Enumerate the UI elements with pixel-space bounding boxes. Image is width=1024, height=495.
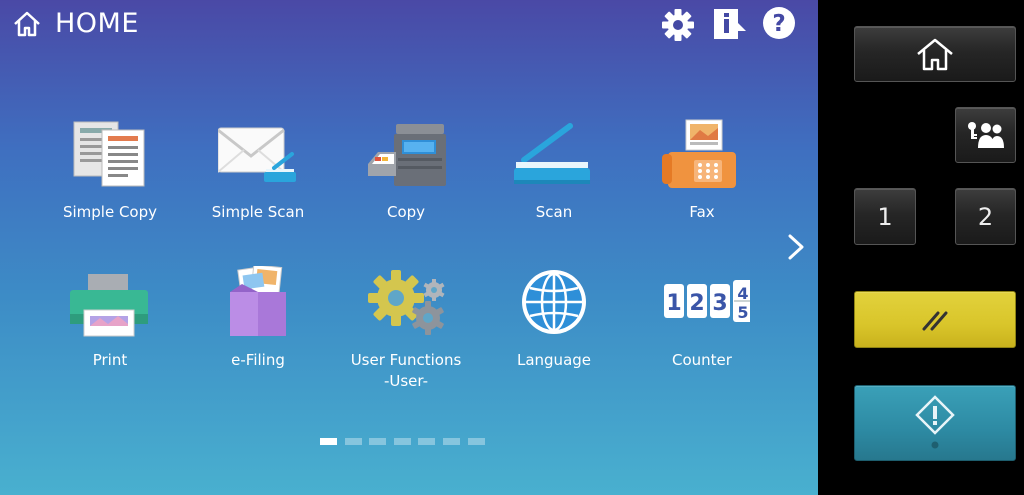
user-functions-tile[interactable]: User Functions -User- xyxy=(336,266,476,396)
memory-2-label: 2 xyxy=(977,202,994,231)
simple-scan-tile[interactable]: Simple Scan xyxy=(188,118,328,228)
page-dot-6[interactable] xyxy=(443,438,460,445)
simple-copy-tile[interactable]: Simple Copy xyxy=(40,118,180,228)
fax-icon xyxy=(662,119,736,188)
user-functions-label-line2: -User- xyxy=(383,372,429,390)
touch-screen: HOME ? Simple Copy Simple Scan Copy Scan… xyxy=(0,0,818,495)
scanner-icon xyxy=(514,123,590,184)
fax-label: Fax xyxy=(689,203,715,221)
page-dot-7[interactable] xyxy=(468,438,485,445)
counter-digit-4: 4 xyxy=(737,284,748,303)
memory-1-label: 1 xyxy=(877,202,893,231)
gear-icon[interactable] xyxy=(661,8,695,42)
e-filing-label: e-Filing xyxy=(231,351,285,369)
reset-button[interactable] xyxy=(854,291,1016,348)
copy-label: Copy xyxy=(386,203,426,221)
counter-digit-1: 1 xyxy=(666,291,681,316)
page-dot-1[interactable] xyxy=(320,438,337,445)
simple-scan-icon xyxy=(218,127,296,182)
simple-scan-label: Simple Scan xyxy=(211,203,305,221)
top-bar: HOME ? xyxy=(0,0,818,50)
language-tile[interactable]: Language xyxy=(484,266,624,376)
memory-2-button[interactable]: 2 xyxy=(955,188,1016,245)
simple-copy-icon xyxy=(73,121,145,187)
user-access-button[interactable] xyxy=(955,107,1016,163)
start-diamond-icon xyxy=(915,395,955,449)
copy-tile[interactable]: Copy xyxy=(336,118,476,228)
printer-icon xyxy=(70,274,148,337)
reset-slash-icon xyxy=(922,311,948,330)
copier-icon xyxy=(368,124,446,186)
users-key-icon xyxy=(967,122,1004,148)
memory-1-button[interactable]: 1 xyxy=(854,188,916,245)
page-dot-5[interactable] xyxy=(418,438,435,445)
help-icon[interactable]: ? xyxy=(762,6,796,40)
counter-label: Counter xyxy=(672,351,732,369)
page-dot-3[interactable] xyxy=(369,438,386,445)
e-filing-tile[interactable]: e-Filing xyxy=(188,266,328,376)
hardware-home-button[interactable] xyxy=(854,26,1016,82)
page-title: HOME xyxy=(55,8,139,39)
start-button[interactable] xyxy=(854,385,1016,461)
gears-icon xyxy=(368,270,445,335)
e-filing-box-icon xyxy=(230,266,286,336)
counter-digit-3: 3 xyxy=(712,291,727,316)
simple-copy-label: Simple Copy xyxy=(62,203,158,221)
print-label: Print xyxy=(92,351,128,369)
user-functions-label: User Functions -User- xyxy=(336,350,476,392)
scan-tile[interactable]: Scan xyxy=(484,118,624,228)
chevron-right-icon[interactable] xyxy=(784,230,808,264)
print-tile[interactable]: Print xyxy=(40,266,180,376)
page-dot-4[interactable] xyxy=(394,438,411,445)
page-dot-2[interactable] xyxy=(345,438,362,445)
info-icon[interactable] xyxy=(712,7,748,41)
counter-tile[interactable]: 1 2 3 4 5 Counter xyxy=(632,266,772,376)
counter-digit-5: 5 xyxy=(737,303,748,322)
hardware-panel: 1 2 xyxy=(818,0,1024,495)
scan-label: Scan xyxy=(535,203,573,221)
user-functions-label-line1: User Functions xyxy=(350,351,462,369)
counter-digit-2: 2 xyxy=(689,291,704,316)
home-icon xyxy=(917,38,953,71)
counter-digits-icon: 1 2 3 4 5 xyxy=(664,280,750,322)
globe-icon xyxy=(522,270,586,334)
language-label: Language xyxy=(516,351,592,369)
home-icon[interactable] xyxy=(12,10,42,38)
svg-text:?: ? xyxy=(772,11,785,37)
fax-tile[interactable]: Fax xyxy=(632,118,772,228)
